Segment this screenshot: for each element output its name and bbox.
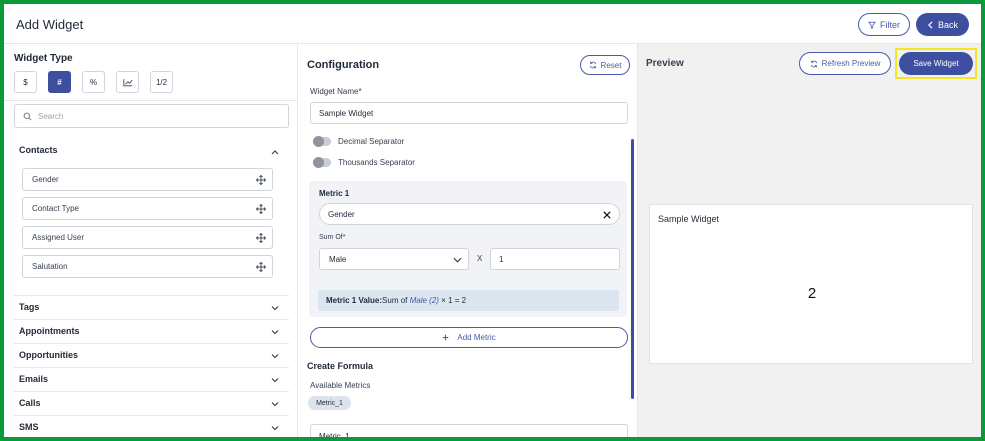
drag-handle-icon[interactable]	[256, 175, 266, 185]
create-formula-title: Create Formula	[307, 361, 374, 371]
divider	[14, 295, 289, 296]
metric-value-label: Metric 1 Value:	[326, 296, 383, 305]
chevron-down-icon[interactable]	[270, 303, 280, 313]
add-metric-button[interactable]: Add Metric	[310, 327, 628, 348]
metric-field-value: Gender	[328, 209, 355, 219]
section-emails[interactable]: Emails	[19, 374, 48, 384]
scrollbar[interactable]	[631, 139, 634, 399]
plus-icon	[443, 334, 449, 341]
preview-panel: Preview Refresh Preview Save Widget Samp…	[638, 44, 981, 437]
thousands-separator-toggle[interactable]	[313, 157, 331, 168]
drag-handle-icon[interactable]	[256, 204, 266, 214]
add-metric-label: Add Metric	[457, 333, 496, 342]
refresh-preview-label: Refresh Preview	[821, 59, 881, 68]
field-item-label: Contact Type	[32, 204, 79, 213]
chevron-down-icon[interactable]	[270, 375, 280, 385]
section-calls[interactable]: Calls	[19, 398, 41, 408]
sum-of-value: Male	[329, 254, 347, 264]
divider	[14, 415, 289, 416]
filter-label: Filter	[880, 19, 900, 30]
metric-field-input[interactable]: Gender	[319, 203, 620, 225]
metric-chip[interactable]: Metric_1	[308, 396, 351, 410]
thousands-separator-label: Thousands Separator	[338, 158, 415, 167]
widget-name-input[interactable]: Sample Widget	[310, 102, 628, 124]
field-item-label: Gender	[32, 175, 59, 184]
metric-value-summary: Metric 1 Value: Sum of Male (2) × 1 = 2	[318, 290, 619, 311]
type-percent-button[interactable]: %	[82, 71, 105, 93]
back-label: Back	[937, 19, 958, 30]
sum-of-label: Sum Of*	[319, 234, 346, 241]
type-number-button[interactable]: #	[48, 71, 71, 93]
refresh-icon	[810, 60, 817, 67]
metric-value-prefix: Sum of	[382, 296, 410, 305]
search-box	[14, 104, 289, 128]
configuration-panel: Configuration Reset Widget Name* Sample …	[298, 44, 638, 437]
line-chart-icon	[122, 78, 132, 86]
metric-card: Metric 1 Gender Sum Of* Male X 1 Metric …	[309, 181, 627, 317]
decimal-separator-toggle[interactable]	[313, 136, 331, 147]
section-contacts[interactable]: Contacts	[19, 145, 58, 155]
multiplier-input[interactable]: 1	[490, 248, 620, 270]
section-appointments[interactable]: Appointments	[19, 326, 80, 336]
chevron-up-icon[interactable]	[270, 147, 280, 157]
chevron-down-icon[interactable]	[270, 327, 280, 337]
available-metrics-label: Available Metrics	[310, 381, 371, 390]
field-item-label: Salutation	[32, 262, 68, 271]
close-icon[interactable]	[603, 211, 611, 219]
page-title: Add Widget	[16, 17, 84, 32]
chevron-down-icon	[453, 257, 462, 263]
metric-title: Metric 1	[319, 189, 350, 198]
reset-label: Reset	[600, 60, 622, 70]
back-button[interactable]: Back	[916, 13, 969, 36]
section-tags[interactable]: Tags	[19, 302, 39, 312]
field-item-label: Assigned User	[32, 233, 85, 242]
field-item[interactable]: Assigned User	[22, 226, 273, 249]
sum-of-select[interactable]: Male	[319, 248, 469, 270]
metric-value-highlight: Male (2)	[409, 296, 439, 305]
type-currency-button[interactable]: $	[14, 71, 37, 93]
refresh-icon	[589, 61, 596, 69]
search-icon	[23, 112, 32, 120]
section-opportunities[interactable]: Opportunities	[19, 350, 78, 360]
type-chart-button[interactable]	[116, 71, 139, 93]
widget-card-title: Sample Widget	[658, 214, 720, 224]
chevron-down-icon[interactable]	[270, 351, 280, 361]
reset-button[interactable]: Reset	[580, 55, 630, 75]
type-fraction-button[interactable]: 1/2	[150, 71, 173, 93]
chevron-down-icon[interactable]	[270, 423, 280, 433]
drag-handle-icon[interactable]	[256, 262, 266, 272]
formula-input[interactable]: Metric_1	[310, 424, 628, 437]
widget-card-value: 2	[807, 285, 817, 302]
header-bar: Add Widget Filter Back	[4, 4, 981, 44]
app-frame: Add Widget Filter Back Widget Type $ # %…	[0, 0, 985, 441]
preview-title: Preview	[646, 58, 684, 69]
field-item[interactable]: Gender	[22, 168, 273, 191]
configuration-title: Configuration	[307, 59, 380, 71]
chevron-down-icon[interactable]	[270, 399, 280, 409]
chevron-left-icon	[928, 20, 933, 29]
divider	[14, 319, 289, 320]
field-item[interactable]: Salutation	[22, 255, 273, 278]
field-item[interactable]: Contact Type	[22, 197, 273, 220]
widget-source-panel: Widget Type $ # % 1/2 Contacts Gender Co…	[4, 44, 298, 437]
widget-type-title: Widget Type	[14, 53, 73, 64]
search-input[interactable]	[38, 111, 268, 121]
section-sms[interactable]: SMS	[19, 422, 39, 432]
multiply-symbol: X	[477, 254, 483, 263]
filter-button[interactable]: Filter	[858, 13, 910, 36]
divider	[14, 367, 289, 368]
save-widget-button[interactable]: Save Widget	[899, 52, 973, 75]
filter-icon	[868, 21, 876, 29]
divider	[4, 100, 298, 101]
drag-handle-icon[interactable]	[256, 233, 266, 243]
divider	[14, 391, 289, 392]
divider	[14, 343, 289, 344]
decimal-separator-label: Decimal Separator	[338, 137, 405, 146]
refresh-preview-button[interactable]: Refresh Preview	[799, 52, 891, 75]
widget-name-label: Widget Name*	[310, 87, 362, 96]
metric-value-suffix: × 1 = 2	[438, 296, 467, 305]
widget-preview-card: Sample Widget 2	[649, 204, 973, 364]
